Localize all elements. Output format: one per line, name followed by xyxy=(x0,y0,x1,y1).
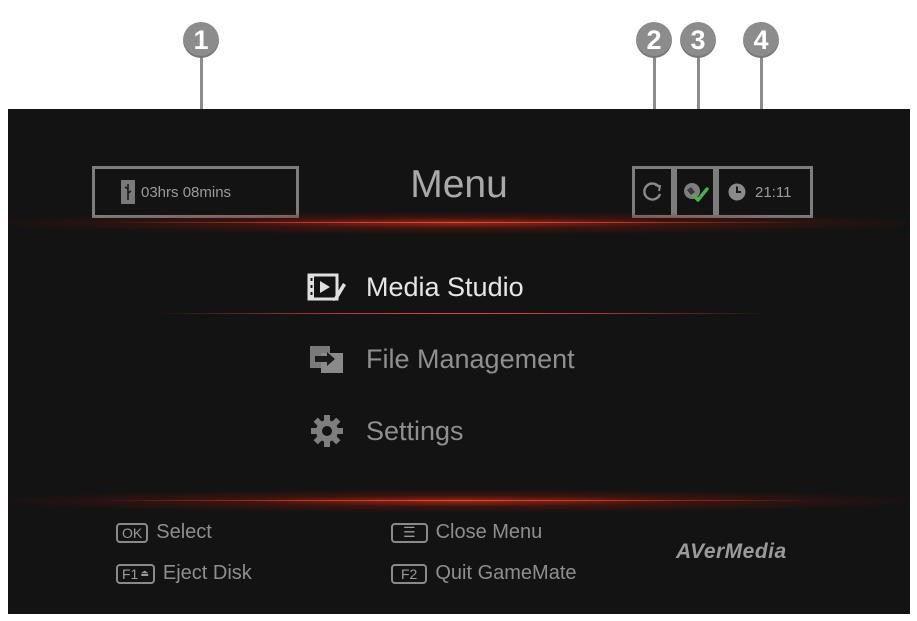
network-status xyxy=(674,166,716,218)
sync-icon xyxy=(643,182,662,201)
callout-marker-4: 4 xyxy=(743,22,779,58)
menu-item-label: Settings xyxy=(366,415,464,446)
clock-icon xyxy=(728,183,746,201)
menu-item-settings[interactable]: Settings xyxy=(306,413,464,449)
hint-select: OK Select xyxy=(116,521,212,544)
hint-quit-gamemate: F2 Quit GameMate xyxy=(391,562,577,585)
f2-key-icon: F2 xyxy=(391,563,428,584)
menu-key-icon: ☰ xyxy=(391,522,428,543)
footer-divider xyxy=(98,500,818,501)
network-connected-icon xyxy=(684,183,709,202)
hint-label: Eject Disk xyxy=(162,562,252,584)
gear-icon xyxy=(306,413,348,449)
menu-item-label: Media Studio xyxy=(366,271,524,302)
hint-label: Close Menu xyxy=(435,521,543,543)
file-management-icon xyxy=(306,341,348,377)
header-divider-glow xyxy=(8,212,910,234)
callout-marker-2: 2 xyxy=(636,22,672,58)
callout-marker-1: 1 xyxy=(183,22,219,58)
footer-divider-glow xyxy=(8,490,910,512)
callout-marker-3: 3 xyxy=(680,22,716,58)
hint-eject-disk: F1 ⏏ Eject Disk xyxy=(116,562,252,585)
gamemate-screen: 03hrs 08mins Menu 21:11 Media Studio Fil… xyxy=(8,109,910,614)
sync-status xyxy=(632,166,674,218)
menu-item-file-management[interactable]: File Management xyxy=(306,341,575,377)
f1-key-icon: F1 ⏏ xyxy=(116,563,155,584)
menu-item-media-studio[interactable]: Media Studio xyxy=(306,269,524,305)
header-divider xyxy=(98,222,818,223)
hint-label: Select xyxy=(156,521,212,543)
brand-logo: AVerMedia xyxy=(676,540,787,563)
media-studio-icon xyxy=(306,269,348,305)
selection-underline xyxy=(158,313,768,314)
hint-close-menu: ☰ Close Menu xyxy=(391,521,542,544)
menu-item-label: File Management xyxy=(366,343,575,374)
current-time: 21:11 xyxy=(755,183,792,201)
ok-key-icon: OK xyxy=(116,522,149,543)
clock-status: 21:11 xyxy=(716,166,813,218)
hint-label: Quit GameMate xyxy=(435,562,577,584)
